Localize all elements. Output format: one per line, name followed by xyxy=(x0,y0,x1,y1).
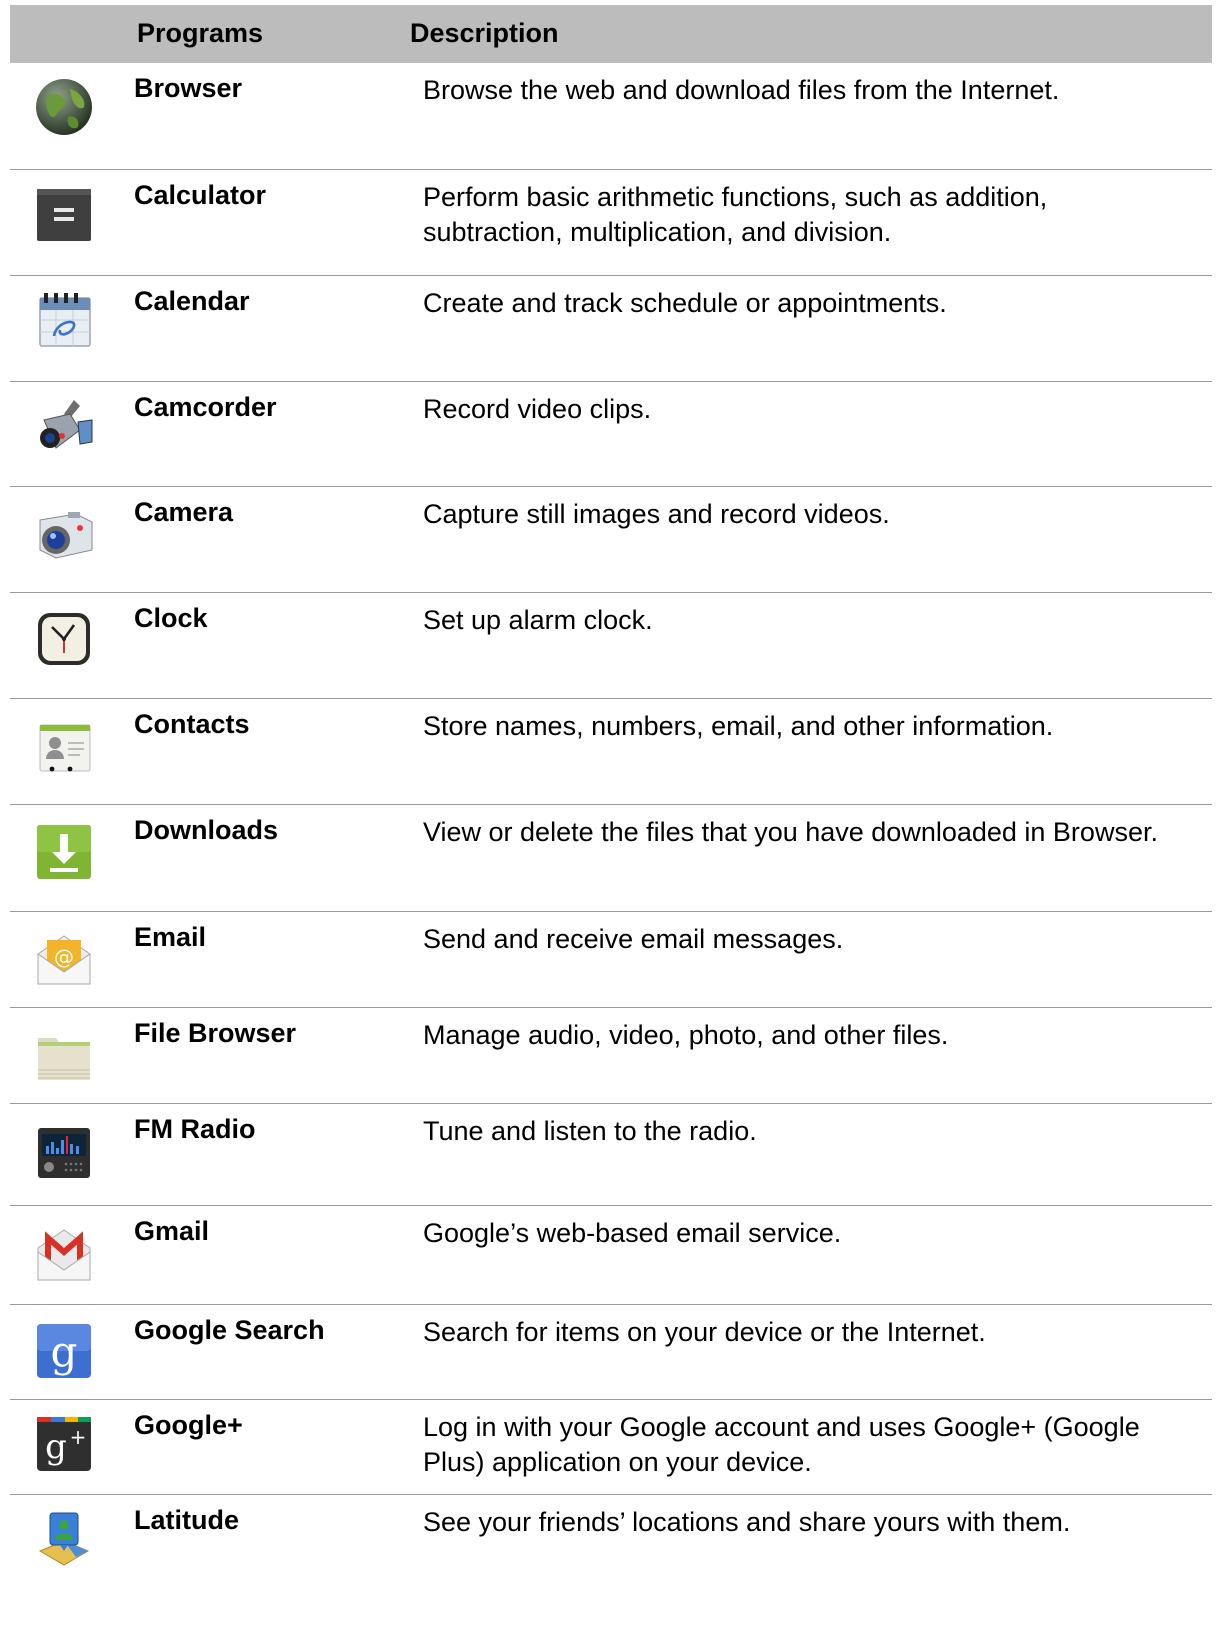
table-row: Browser Browse the web and download files… xyxy=(10,63,1212,170)
table-row: Calculator Perform basic arithmetic funct… xyxy=(10,170,1212,276)
header-description: Description xyxy=(410,18,559,48)
program-name: Calculator xyxy=(134,180,267,210)
program-description: Create and track schedule or appointment… xyxy=(423,288,947,318)
program-description: Manage audio, video, photo, and other fi… xyxy=(423,1020,949,1050)
table-row: @ Email Send and receive email messages. xyxy=(10,912,1212,1008)
header-programs: Programs xyxy=(137,18,264,48)
program-description: Search for items on your device or the I… xyxy=(423,1317,986,1347)
downloads-icon xyxy=(34,822,94,882)
programs-table: Programs Description Browser Browse the w… xyxy=(10,5,1212,1585)
svg-text:@: @ xyxy=(54,945,74,969)
calendar-icon xyxy=(34,290,94,350)
program-description: Send and receive email messages. xyxy=(423,924,844,954)
table-row: Calendar Create and track schedule or app… xyxy=(10,276,1212,382)
table-row: Contacts Store names, numbers, email, and… xyxy=(10,699,1212,805)
latitude-icon xyxy=(34,1509,94,1569)
svg-text:g: g xyxy=(51,1327,78,1376)
program-name: Camera xyxy=(134,497,234,527)
email-icon: @ xyxy=(34,928,94,988)
google-search-icon: g xyxy=(34,1321,94,1381)
clock-icon xyxy=(34,609,94,669)
program-name: Email xyxy=(134,922,207,952)
camera-icon xyxy=(34,502,94,562)
program-description: See your friends’ locations and share yo… xyxy=(423,1507,1071,1537)
table-row: g Google Search Search for items on your d… xyxy=(10,1305,1212,1400)
table-row: g + Google+ Log in with your Google account… xyxy=(10,1400,1212,1495)
program-description: Browse the web and download files from t… xyxy=(423,75,1060,105)
table-row: File Browser Manage audio, video, photo, … xyxy=(10,1008,1212,1104)
program-description: Log in with your Google account and uses… xyxy=(423,1412,1140,1477)
camcorder-icon xyxy=(34,396,94,456)
table-row: Latitude See your friends’ locations and … xyxy=(10,1495,1212,1585)
folder-icon xyxy=(34,1024,94,1084)
program-description: Record video clips. xyxy=(423,394,652,424)
program-name: File Browser xyxy=(134,1018,297,1048)
program-name: Google+ xyxy=(134,1410,243,1440)
table-row: FM Radio Tune and listen to the radio. xyxy=(10,1104,1212,1206)
program-name: Browser xyxy=(134,73,243,103)
calculator-icon xyxy=(34,184,94,244)
program-description: Google’s web-based email service. xyxy=(423,1218,842,1248)
radio-icon xyxy=(34,1122,94,1182)
program-name: Calendar xyxy=(134,286,250,316)
program-description: View or delete the files that you have d… xyxy=(423,817,1158,847)
program-description: Set up alarm clock. xyxy=(423,605,653,635)
google-plus-icon: g + xyxy=(34,1414,94,1474)
program-name: Downloads xyxy=(134,815,279,845)
table-row: Camcorder Record video clips. xyxy=(10,382,1212,487)
program-description: Store names, numbers, email, and other i… xyxy=(423,711,1054,741)
table-header: Programs Description xyxy=(10,5,1212,63)
svg-text:+: + xyxy=(70,1425,87,1449)
program-name: FM Radio xyxy=(134,1114,256,1144)
program-name: Google Search xyxy=(134,1315,325,1345)
program-description: Perform basic arithmetic functions, such… xyxy=(423,182,1048,247)
program-name: Camcorder xyxy=(134,392,277,422)
browser-globe-icon xyxy=(34,77,94,137)
program-name: Contacts xyxy=(134,709,250,739)
table-row: Downloads View or delete the files that y… xyxy=(10,805,1212,912)
program-name: Clock xyxy=(134,603,208,633)
gmail-icon xyxy=(34,1222,94,1282)
program-description: Capture still images and record videos. xyxy=(423,499,890,529)
program-name: Latitude xyxy=(134,1505,239,1535)
program-description: Tune and listen to the radio. xyxy=(423,1116,757,1146)
contacts-icon xyxy=(34,717,94,777)
table-row: Camera Capture still images and record vi… xyxy=(10,487,1212,593)
program-name: Gmail xyxy=(134,1216,210,1246)
table-row: Clock Set up alarm clock. xyxy=(10,593,1212,699)
table-row: Gmail Google’s web-based email service. xyxy=(10,1206,1212,1305)
svg-text:g: g xyxy=(45,1427,67,1467)
